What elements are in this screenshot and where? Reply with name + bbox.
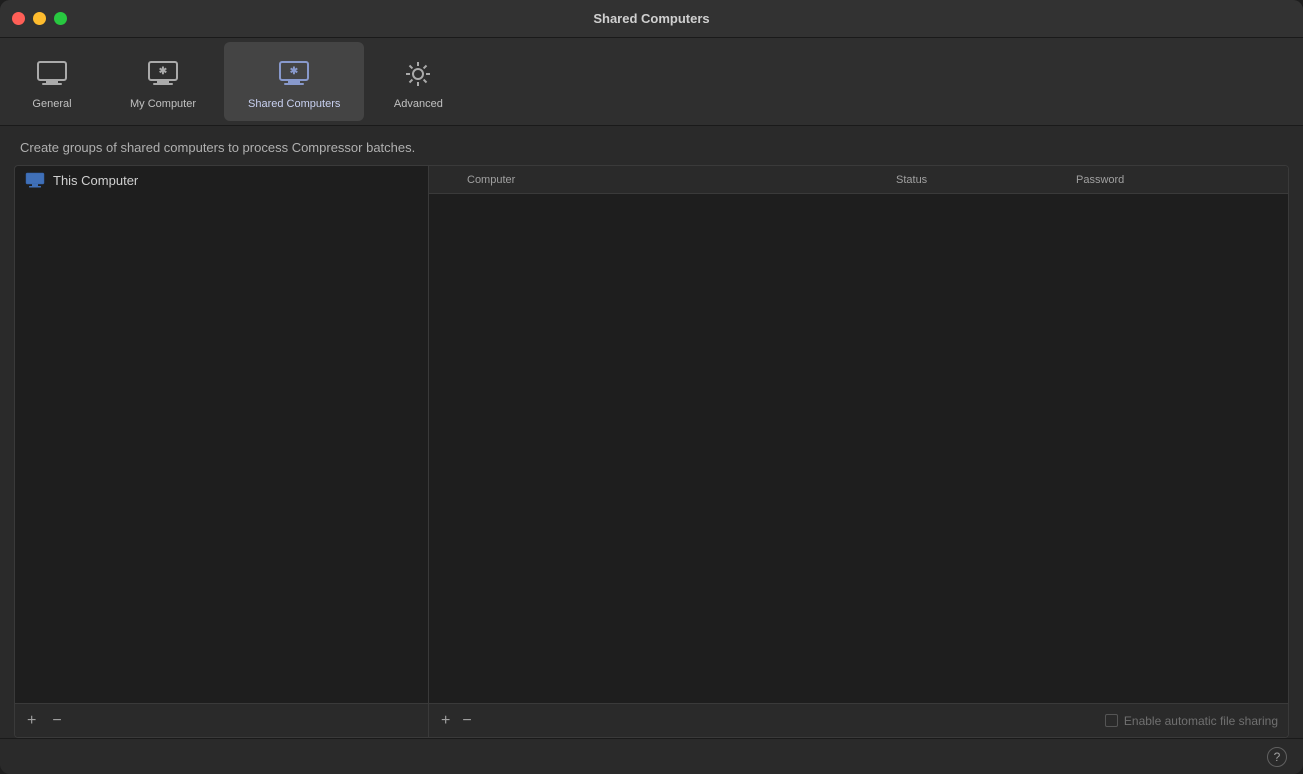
computers-table-body bbox=[429, 194, 1288, 703]
close-button[interactable] bbox=[12, 12, 25, 25]
main-window: Shared Computers General bbox=[0, 0, 1303, 774]
minimize-button[interactable] bbox=[33, 12, 46, 25]
tab-advanced[interactable]: Advanced bbox=[368, 42, 468, 121]
table-header: Computer Status Password bbox=[429, 166, 1288, 194]
checkbox-placeholder bbox=[438, 173, 451, 186]
computers-panel: Computer Status Password + − Enable auto… bbox=[429, 165, 1289, 738]
status-column-header: Status bbox=[888, 174, 1068, 186]
computer-column-header: Computer bbox=[459, 174, 888, 186]
svg-text:✱: ✱ bbox=[159, 66, 168, 77]
groups-panel: This Computer + − bbox=[14, 165, 429, 738]
password-column-header: Password bbox=[1068, 174, 1288, 186]
general-icon bbox=[32, 54, 72, 94]
computers-panel-footer: + − Enable automatic file sharing bbox=[429, 703, 1288, 737]
help-button[interactable]: ? bbox=[1267, 747, 1287, 767]
list-item-label: This Computer bbox=[53, 173, 138, 188]
description-text: Create groups of shared computers to pro… bbox=[0, 126, 1303, 165]
shared-computers-icon: ✱ bbox=[274, 54, 314, 94]
window-title: Shared Computers bbox=[593, 11, 709, 26]
tab-shared-computers-label: Shared Computers bbox=[248, 98, 340, 110]
toolbar: General ✱ My Computer bbox=[0, 38, 1303, 126]
window-footer: ? bbox=[0, 738, 1303, 774]
monitor-icon bbox=[25, 172, 45, 188]
groups-list: This Computer bbox=[15, 166, 428, 703]
tab-shared-computers[interactable]: ✱ Shared Computers bbox=[224, 42, 364, 121]
advanced-icon bbox=[398, 54, 438, 94]
titlebar: Shared Computers bbox=[0, 0, 1303, 38]
list-item[interactable]: This Computer bbox=[15, 166, 428, 194]
panels-container: This Computer + − Computer Status Passwo… bbox=[14, 165, 1289, 738]
content-area: Create groups of shared computers to pro… bbox=[0, 126, 1303, 738]
auto-share-container: Enable automatic file sharing bbox=[1105, 714, 1278, 728]
tab-general-label: General bbox=[32, 98, 71, 110]
auto-share-label: Enable automatic file sharing bbox=[1124, 714, 1278, 728]
maximize-button[interactable] bbox=[54, 12, 67, 25]
traffic-lights bbox=[12, 12, 67, 25]
auto-share-checkbox[interactable] bbox=[1105, 714, 1118, 727]
add-group-button[interactable]: + bbox=[25, 713, 38, 729]
groups-panel-footer: + − bbox=[15, 703, 428, 737]
checkbox-column-header bbox=[429, 173, 459, 186]
tab-advanced-label: Advanced bbox=[394, 98, 443, 110]
remove-computer-button[interactable]: − bbox=[460, 713, 473, 729]
remove-group-button[interactable]: − bbox=[50, 713, 63, 729]
tab-my-computer[interactable]: ✱ My Computer bbox=[106, 42, 220, 121]
svg-text:✱: ✱ bbox=[290, 66, 299, 77]
tab-general[interactable]: General bbox=[2, 42, 102, 121]
my-computer-icon: ✱ bbox=[143, 54, 183, 94]
add-computer-button[interactable]: + bbox=[439, 713, 452, 729]
tab-my-computer-label: My Computer bbox=[130, 98, 196, 110]
